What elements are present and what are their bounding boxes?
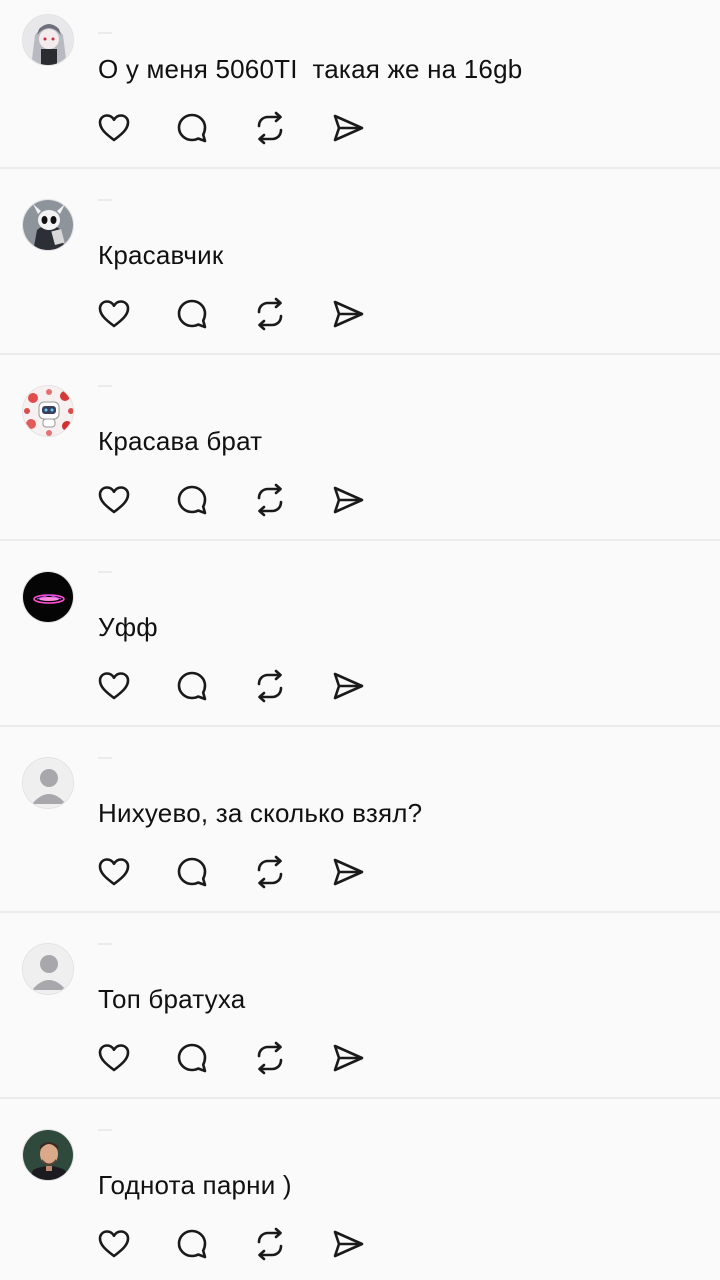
repost-icon [253,1041,287,1075]
heart-icon [97,1227,131,1261]
default-user-avatar[interactable] [22,757,74,809]
send-icon [331,1227,365,1261]
send-button[interactable] [330,1040,366,1076]
comment-post: О у меня 5060TI такая же на 16gb [0,0,720,169]
repost-icon [253,669,287,703]
like-button[interactable] [96,1040,132,1076]
post-actions [96,110,408,146]
comment-button[interactable] [174,110,210,146]
repost-button[interactable] [252,1226,288,1262]
send-button[interactable] [330,296,366,332]
username-placeholder [98,1129,112,1131]
repost-button[interactable] [252,668,288,704]
comment-button[interactable] [174,854,210,890]
repost-icon [253,297,287,331]
robot-collage-avatar[interactable] [22,385,74,437]
heart-icon [97,483,131,517]
comment-post: Топ братуха [0,913,720,1099]
repost-icon [253,1227,287,1261]
username-placeholder [98,32,112,34]
repost-icon [253,483,287,517]
comment-icon [175,297,209,331]
comment-post: Красавчик [0,169,720,355]
comment-icon [175,855,209,889]
comment-text: О у меня 5060TI такая же на 16gb [98,54,523,84]
like-button[interactable] [96,296,132,332]
repost-button[interactable] [252,110,288,146]
post-actions [96,854,408,890]
comment-icon [175,483,209,517]
repost-icon [253,111,287,145]
comment-icon [175,669,209,703]
send-icon [331,1041,365,1075]
repost-button[interactable] [252,296,288,332]
neon-logo-avatar[interactable] [22,571,74,623]
comment-text: Годнота парни ) [98,1170,292,1200]
like-button[interactable] [96,110,132,146]
skull-mask-avatar[interactable] [22,199,74,251]
repost-button[interactable] [252,1040,288,1076]
comment-icon [175,1227,209,1261]
post-actions [96,1040,408,1076]
comment-text: Красавчик [98,240,224,270]
heart-icon [97,111,131,145]
comment-post: Красава брат [0,355,720,541]
comment-text: Уфф [98,612,158,642]
like-button[interactable] [96,1226,132,1262]
username-placeholder [98,199,112,201]
post-actions [96,668,408,704]
send-icon [331,297,365,331]
like-button[interactable] [96,854,132,890]
send-button[interactable] [330,668,366,704]
send-button[interactable] [330,482,366,518]
comment-text: Красава брат [98,426,263,456]
comment-button[interactable] [174,296,210,332]
post-actions [96,482,408,518]
post-actions [96,1226,408,1262]
send-icon [331,669,365,703]
comment-button[interactable] [174,1226,210,1262]
send-icon [331,111,365,145]
repost-icon [253,855,287,889]
heart-icon [97,297,131,331]
like-button[interactable] [96,668,132,704]
heart-icon [97,1041,131,1075]
comment-button[interactable] [174,668,210,704]
comment-icon [175,111,209,145]
username-placeholder [98,757,112,759]
send-button[interactable] [330,1226,366,1262]
comment-text: Нихуево, за сколько взял? [98,798,423,828]
send-icon [331,855,365,889]
send-button[interactable] [330,854,366,890]
send-button[interactable] [330,110,366,146]
man-photo-avatar[interactable] [22,1129,74,1181]
repost-button[interactable] [252,854,288,890]
comment-post: Годнота парни ) [0,1099,720,1280]
like-button[interactable] [96,482,132,518]
username-placeholder [98,385,112,387]
comment-icon [175,1041,209,1075]
post-actions [96,296,408,332]
comment-feed: О у меня 5060TI такая же на 16gb Красавч… [0,0,720,1280]
default-user-avatar[interactable] [22,943,74,995]
anime-girl-avatar[interactable] [22,14,74,66]
repost-button[interactable] [252,482,288,518]
comment-post: Нихуево, за сколько взял? [0,727,720,913]
username-placeholder [98,571,112,573]
heart-icon [97,855,131,889]
comment-button[interactable] [174,1040,210,1076]
send-icon [331,483,365,517]
username-placeholder [98,943,112,945]
comment-button[interactable] [174,482,210,518]
comment-text: Топ братуха [98,984,246,1014]
heart-icon [97,669,131,703]
comment-post: Уфф [0,541,720,727]
